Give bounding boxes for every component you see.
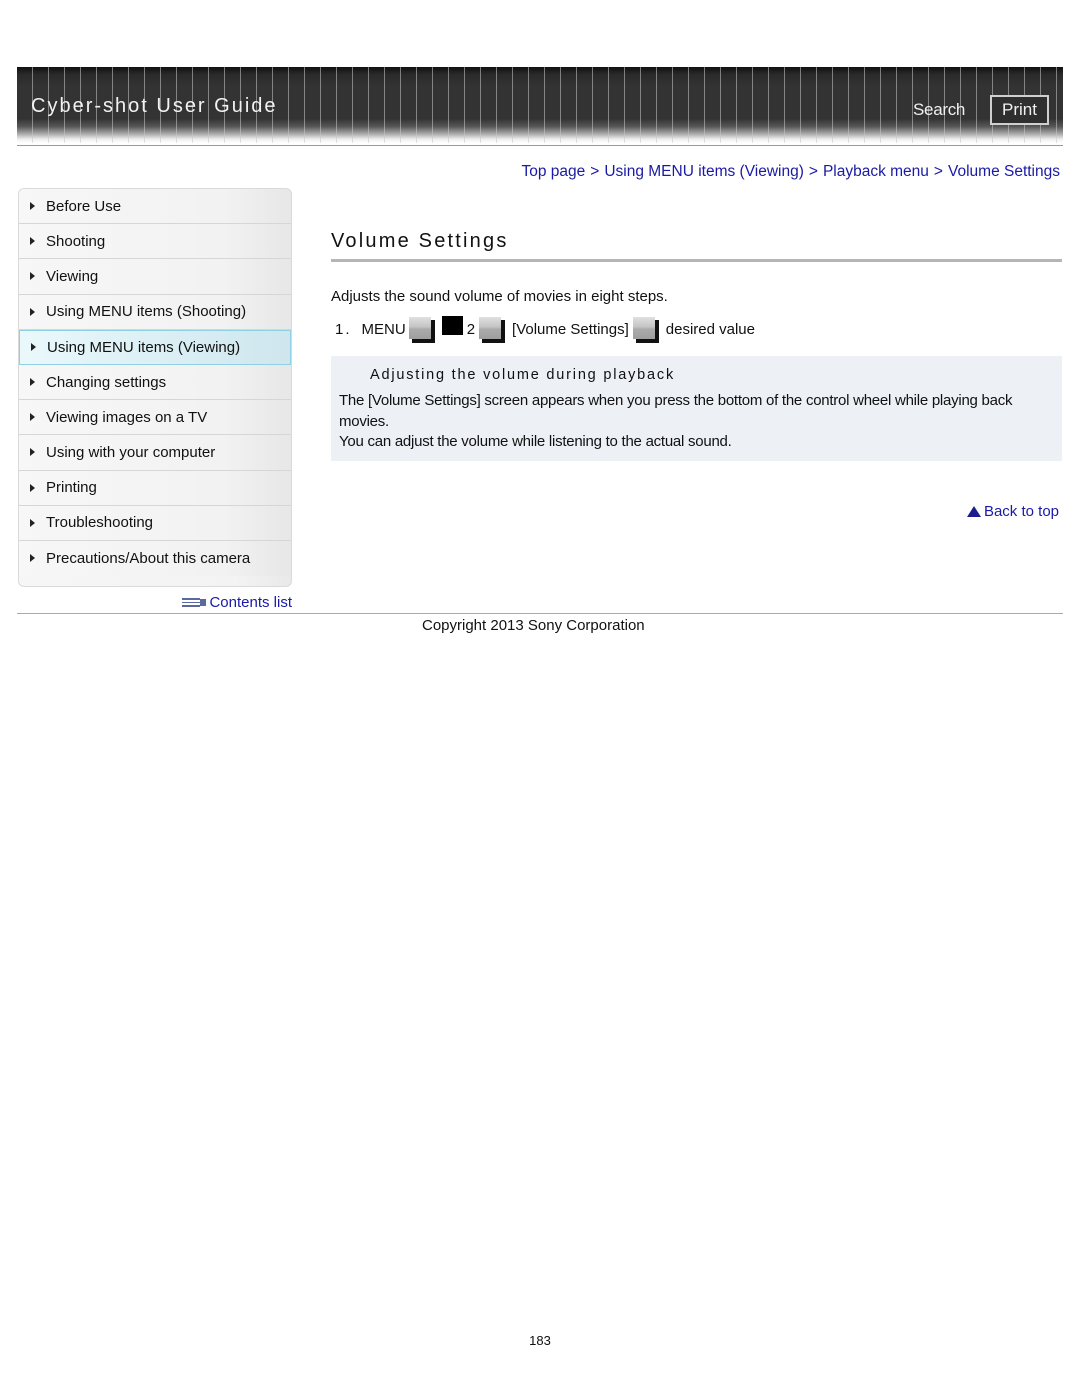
step-final-label: desired value xyxy=(665,321,755,338)
sidebar-item-menu-viewing[interactable]: Using MENU items (Viewing) xyxy=(19,329,291,365)
arrow-right-icon xyxy=(30,272,35,281)
sidebar-item-label: Using MENU items (Viewing) xyxy=(47,338,241,356)
breadcrumb-using-menu-viewing[interactable]: Using MENU items (Viewing) xyxy=(604,163,804,180)
title-divider xyxy=(331,259,1062,262)
breadcrumb-playback-menu[interactable]: Playback menu xyxy=(823,163,929,180)
search-link[interactable]: Search xyxy=(913,100,965,120)
arrow-right-icon xyxy=(30,448,35,457)
sidebar-item-before-use[interactable]: Before Use xyxy=(19,189,291,225)
breadcrumb-current[interactable]: Volume Settings xyxy=(948,163,1060,180)
sidebar-item-precautions[interactable]: Precautions/About this camera xyxy=(19,540,291,577)
sidebar-item-menu-shooting[interactable]: Using MENU items (Shooting) xyxy=(19,294,291,330)
breadcrumb: Top page > Using MENU items (Viewing) > Play… xyxy=(521,163,1060,181)
sidebar-item-label: Before Use xyxy=(46,197,122,215)
arrow-right-icon xyxy=(30,483,35,492)
guide-title: Cyber-shot User Guide xyxy=(31,95,278,117)
hint-body: The [Volume Settings] screen appears whe… xyxy=(339,391,1054,453)
sidebar-item-changing-settings[interactable]: Changing settings xyxy=(19,364,291,401)
sidebar-item-viewing-on-tv[interactable]: Viewing images on a TV xyxy=(19,400,291,436)
header-divider xyxy=(17,145,1063,146)
sidebar-item-shooting[interactable]: Shooting xyxy=(19,224,291,260)
arrow-right-icon xyxy=(30,413,35,422)
playback-tab-icon xyxy=(441,316,463,335)
arrow-right-icon xyxy=(30,237,35,246)
sidebar-item-label: Using MENU items (Shooting) xyxy=(46,303,247,321)
footer-divider xyxy=(17,613,1063,614)
contents-list-link[interactable]: Contents list xyxy=(182,594,292,611)
sidebar-item-using-computer[interactable]: Using with your computer xyxy=(19,435,291,471)
page-number: 183 xyxy=(529,1333,551,1348)
arrow-right-icon xyxy=(30,378,35,387)
header-banner: Cyber-shot User Guide Search Print xyxy=(17,67,1063,143)
sidebar-nav: Before Use Shooting Viewing Using MENU i… xyxy=(18,188,292,587)
step-menu-label: MENU xyxy=(361,321,406,338)
sidebar-item-viewing[interactable]: Viewing xyxy=(19,259,291,295)
sidebar-item-label: Troubleshooting xyxy=(46,514,154,532)
sidebar-item-label: Viewing images on a TV xyxy=(46,408,208,426)
back-to-top-link[interactable]: Back to top xyxy=(966,503,1059,520)
breadcrumb-separator: > xyxy=(590,163,600,180)
hint-line: You can adjust the volume while listenin… xyxy=(339,433,732,450)
sidebar-item-label: Precautions/About this camera xyxy=(46,549,251,567)
print-button[interactable]: Print xyxy=(990,95,1049,125)
arrow-right-icon xyxy=(30,554,35,563)
sidebar-item-label: Printing xyxy=(46,479,97,497)
arrow-tile-icon xyxy=(408,316,435,343)
sidebar-item-label: Viewing xyxy=(46,267,99,285)
intro-text: Adjusts the sound volume of movies in ei… xyxy=(331,288,668,305)
hint-title: Adjusting the volume during playback xyxy=(370,367,675,383)
step-number: 1. xyxy=(335,321,352,338)
hint-box: Adjusting the volume during playback The… xyxy=(331,356,1062,461)
sidebar-item-troubleshooting[interactable]: Troubleshooting xyxy=(19,505,291,541)
page-title: Volume Settings xyxy=(331,230,509,252)
arrow-right-icon xyxy=(30,518,35,527)
step-tab-number: 2 xyxy=(466,321,476,338)
hint-line: The [Volume Settings] screen appears whe… xyxy=(339,392,1013,430)
arrow-tile-icon xyxy=(632,316,659,343)
arrow-right-icon xyxy=(30,202,35,211)
breadcrumb-separator: > xyxy=(933,163,943,180)
copyright-text: Copyright 2013 Sony Corporation xyxy=(422,617,645,634)
contents-list-label: Contents list xyxy=(209,594,292,611)
step-1: 1. MENU 2 [Volume Settings] desired valu… xyxy=(335,316,755,343)
step-item-label: [Volume Settings] xyxy=(512,321,629,338)
arrow-tile-icon xyxy=(479,316,506,343)
arrow-right-icon xyxy=(31,343,36,352)
contents-list-icon xyxy=(182,598,207,607)
triangle-up-icon xyxy=(966,506,981,517)
back-to-top-label: Back to top xyxy=(983,503,1059,520)
breadcrumb-separator: > xyxy=(808,163,818,180)
breadcrumb-top-page[interactable]: Top page xyxy=(521,163,585,180)
sidebar-item-label: Changing settings xyxy=(46,373,167,391)
sidebar-item-printing[interactable]: Printing xyxy=(19,470,291,506)
sidebar-item-label: Shooting xyxy=(46,232,106,250)
arrow-right-icon xyxy=(30,307,35,316)
sidebar-item-label: Using with your computer xyxy=(46,443,216,461)
